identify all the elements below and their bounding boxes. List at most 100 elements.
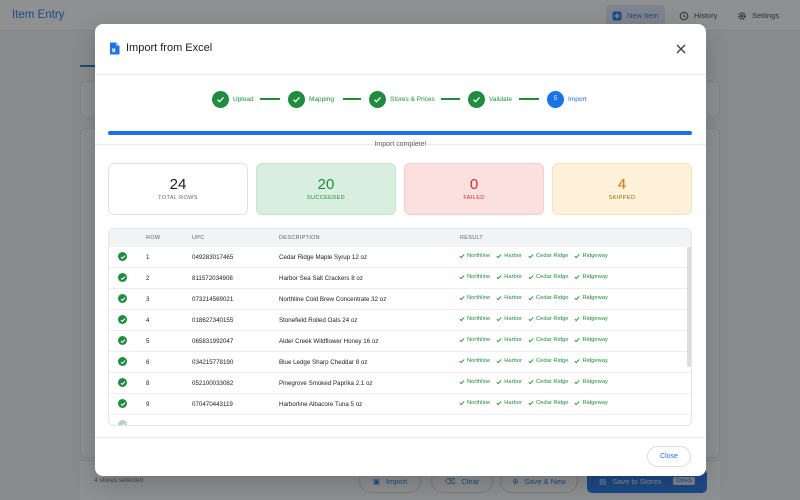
store-result: Ridgeway (574, 358, 608, 364)
store-name: Harbor (504, 337, 522, 343)
cell-description: Cedar Ridge Maple Syrup 12 oz (279, 254, 368, 261)
step-connector (260, 98, 280, 100)
check-icon (574, 359, 581, 364)
check-icon (468, 90, 485, 108)
skipped-label: SKIPPED (608, 195, 636, 201)
store-result: Cedar Ridge (528, 358, 569, 364)
step-label: Upload (233, 95, 254, 103)
store-name: Northline (467, 358, 491, 364)
store-name: Harbor (504, 295, 522, 301)
check-icon (496, 401, 502, 406)
step-connector (343, 98, 361, 100)
succeeded-stat: 20 SUCCEEDED (256, 163, 396, 215)
store-name: Ridgeway (582, 358, 608, 364)
cell-description: Stonefield Rolled Oats 24 oz (279, 317, 358, 324)
store-result: Northline (459, 337, 490, 343)
store-name: Ridgeway (582, 253, 608, 259)
store-name: Northline (467, 337, 491, 343)
check-icon (528, 338, 534, 343)
table-row[interactable]: 8 052100033082 Pinegrove Smoked Paprika 2.… (109, 373, 691, 394)
store-result: Northline (459, 358, 490, 364)
cell-upc: 018627340155 (192, 317, 234, 324)
cell-upc: 049283017465 (192, 254, 234, 261)
result-cell: Northline Harbor Cedar Ridge Ridgeway (459, 316, 608, 322)
table-row[interactable]: 9 070470443119 Harborline Albacore Tuna 5 … (109, 394, 691, 415)
check-icon (528, 359, 534, 364)
store-result: Cedar Ridge (528, 295, 568, 301)
success-check-icon (118, 336, 127, 345)
result-cell: Northline Harbor Cedar Ridge Ridgeway (459, 400, 608, 406)
store-name: Northline (467, 379, 491, 385)
store-result: Harbor (496, 337, 522, 343)
check-icon (574, 296, 581, 301)
store-name: Cedar Ridge (535, 337, 569, 343)
excel-file-icon (109, 42, 120, 55)
succeeded-value: 20 (317, 176, 335, 193)
close-icon[interactable] (673, 41, 689, 57)
cell-description: Blue Ledge Sharp Cheddar 8 oz (279, 359, 368, 366)
store-name: Ridgeway (582, 400, 608, 406)
table-row[interactable] (109, 415, 691, 425)
check-icon (288, 90, 305, 108)
store-result: Ridgeway (574, 379, 608, 385)
total-rows-stat: 24 TOTAL ROWS (108, 163, 248, 215)
step-label: Import (568, 95, 587, 103)
table-row[interactable]: 3 073214569021 Northline Cold Brew Concent… (109, 289, 691, 310)
check-icon (528, 401, 534, 406)
table-row[interactable]: 2 811572034908 Harbor Sea Salt Crackers 8 … (109, 268, 691, 289)
success-check-icon (118, 252, 127, 261)
cell-row: 5 (146, 338, 150, 345)
check-icon (574, 254, 581, 259)
table-row[interactable]: 4 018627340155 Stonefield Rolled Oats 24 o… (109, 310, 691, 331)
cell-row: 2 (146, 275, 150, 282)
failed-label: FAILED (463, 195, 485, 201)
close-button[interactable]: Close (647, 446, 691, 467)
success-check-icon (118, 273, 127, 282)
check-icon (574, 380, 581, 385)
cell-row: 4 (146, 317, 150, 324)
store-name: Cedar Ridge (535, 358, 569, 364)
store-name: Northline (467, 400, 491, 406)
progress-status-text: Import complete! (374, 141, 427, 148)
check-icon (459, 380, 465, 385)
store-result: Harbor (496, 316, 522, 322)
store-name: Cedar Ridge (535, 379, 569, 385)
check-icon (496, 296, 502, 301)
table-header: ROW UPC DESCRIPTION RESULT (109, 229, 691, 247)
skipped-value: 4 (617, 176, 627, 193)
store-result: Harbor (496, 253, 522, 259)
cell-row: 9 (146, 401, 150, 408)
success-check-icon (118, 399, 127, 408)
cell-upc: 034215778190 (192, 359, 234, 366)
check-icon (496, 338, 502, 343)
step-validate: Validate (468, 90, 512, 108)
store-name: Harbor (504, 400, 522, 406)
result-cell: Northline Harbor Cedar Ridge Ridgeway (459, 253, 608, 259)
store-name: Cedar Ridge (535, 400, 569, 406)
failed-value: 0 (469, 176, 479, 193)
store-result: Harbor (496, 295, 522, 301)
store-name: Ridgeway (582, 295, 608, 301)
table-scrollbar[interactable] (687, 247, 691, 367)
table-row[interactable]: 5 065831992047 Alder Creek Wildflower Hone… (109, 331, 691, 352)
cell-description: Harborline Albacore Tuna 5 oz (279, 401, 363, 408)
check-icon (574, 275, 581, 280)
store-result: Northline (459, 274, 490, 280)
table-row[interactable]: 6 034215778190 Blue Ledge Sharp Cheddar 8 … (109, 352, 691, 373)
table-row[interactable]: 1 049283017465 Cedar Ridge Maple Syrup 12 … (109, 247, 691, 268)
cell-description: Harbor Sea Salt Crackers 8 oz (279, 275, 363, 282)
store-result: Ridgeway (574, 400, 608, 406)
store-name: Ridgeway (582, 379, 608, 385)
import-dialog: Import from Excel Upload Mapping Stores … (95, 24, 706, 476)
check-icon (496, 317, 502, 322)
store-result: Ridgeway (574, 337, 608, 343)
store-result: Harbor (496, 274, 522, 280)
result-cell: Northline Harbor Cedar Ridge Ridgeway (459, 337, 608, 343)
store-name: Ridgeway (582, 337, 608, 343)
table-body[interactable]: 1 049283017465 Cedar Ridge Maple Syrup 12 … (109, 247, 691, 425)
store-name: Harbor (504, 316, 522, 322)
cell-row: 6 (146, 359, 150, 366)
cell-upc: 065831992047 (192, 338, 234, 345)
store-result: Harbor (496, 379, 522, 385)
cell-upc: 070470443119 (192, 401, 233, 408)
